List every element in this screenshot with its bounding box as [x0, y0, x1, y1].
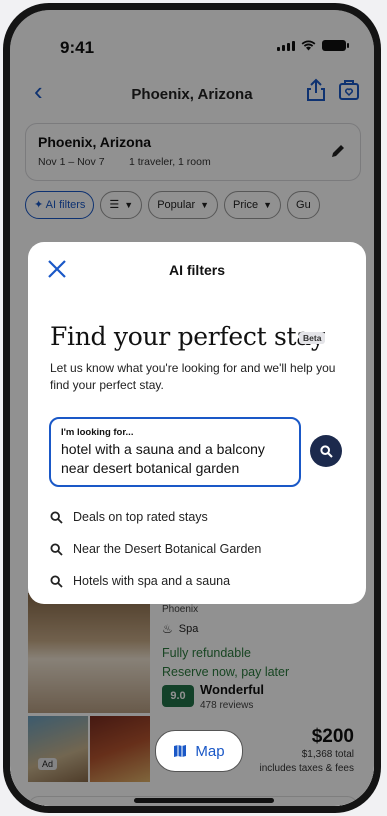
device-frame: 9:41 ‹ Phoenix, Arizona Phoenix, Arizona… [3, 3, 381, 813]
search-icon [50, 542, 63, 556]
query-value[interactable]: hotel with a sauna and a balcony near de… [61, 440, 295, 478]
suggestion-item[interactable]: Hotels with spa and a sauna [50, 574, 230, 588]
query-label: I'm looking for... [61, 427, 134, 438]
beta-badge: Beta [299, 332, 326, 344]
modal-description: Let us know what you're looking for and … [50, 361, 336, 392]
query-input[interactable]: I'm looking for... hotel with a sauna an… [49, 417, 301, 487]
modal-title: AI filters [168, 262, 225, 278]
search-icon [319, 444, 333, 458]
home-indicator[interactable] [134, 798, 274, 803]
search-icon [50, 574, 63, 588]
ai-filters-modal: AI filters Find your perfect stay Beta L… [28, 242, 366, 604]
search-icon [50, 510, 63, 524]
suggestion-item[interactable]: Near the Desert Botanical Garden [50, 542, 261, 556]
map-button[interactable]: Map [155, 730, 243, 772]
modal-headline: Find your perfect stay [50, 322, 325, 351]
map-icon [174, 745, 187, 757]
screen: 9:41 ‹ Phoenix, Arizona Phoenix, Arizona… [10, 10, 374, 806]
submit-search-button[interactable] [310, 435, 342, 467]
suggestion-item[interactable]: Deals on top rated stays [50, 510, 208, 524]
